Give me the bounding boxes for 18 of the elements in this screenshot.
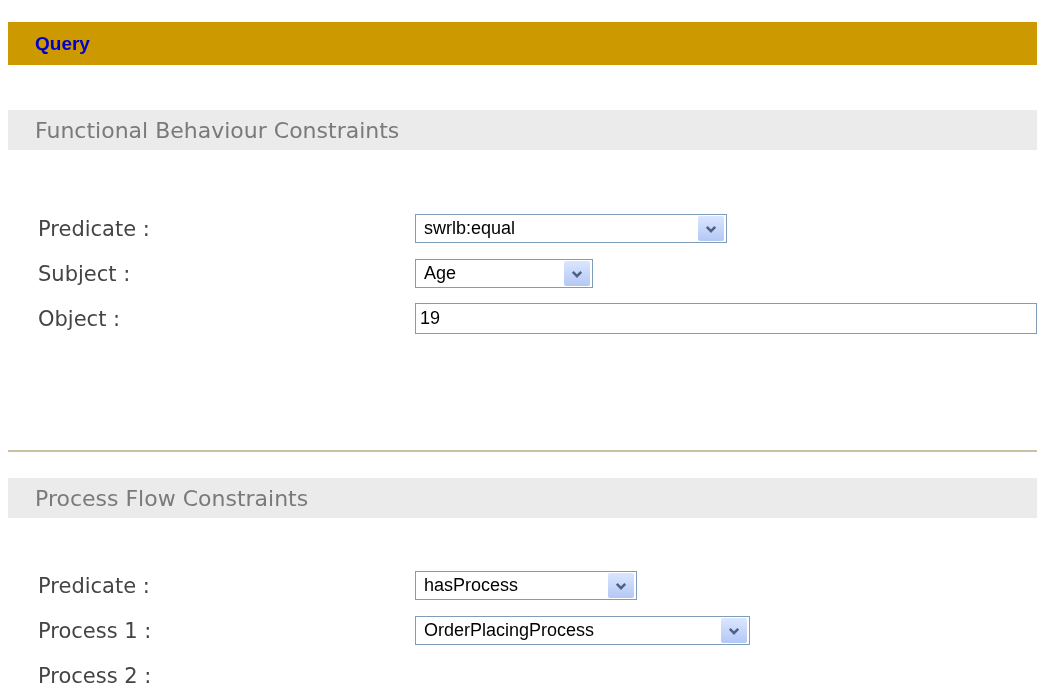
dropdown[interactable]: OrderPlacingProcess [415,616,750,645]
caret-icon[interactable] [564,261,590,286]
field-label: Process 2 : [38,663,153,688]
field-label: Process 1 : [38,618,153,643]
input-field[interactable]: 19 [415,303,1037,334]
section-title: Process Flow Constraints [35,485,309,511]
caret-icon[interactable] [721,618,747,643]
caret-icon[interactable] [698,216,724,241]
section-title: Functional Behaviour Constraints [35,117,400,143]
field-label: Object : [38,306,122,331]
dropdown[interactable]: hasProcess [415,571,637,600]
field-label: Predicate : [38,216,151,241]
dropdown[interactable]: swrlb:equal [415,214,727,243]
dropdown[interactable]: Age [415,259,593,288]
field-label: Subject : [38,261,132,286]
page-title: Query [35,32,90,55]
caret-icon[interactable] [608,573,634,598]
field-label: Predicate : [38,573,151,598]
